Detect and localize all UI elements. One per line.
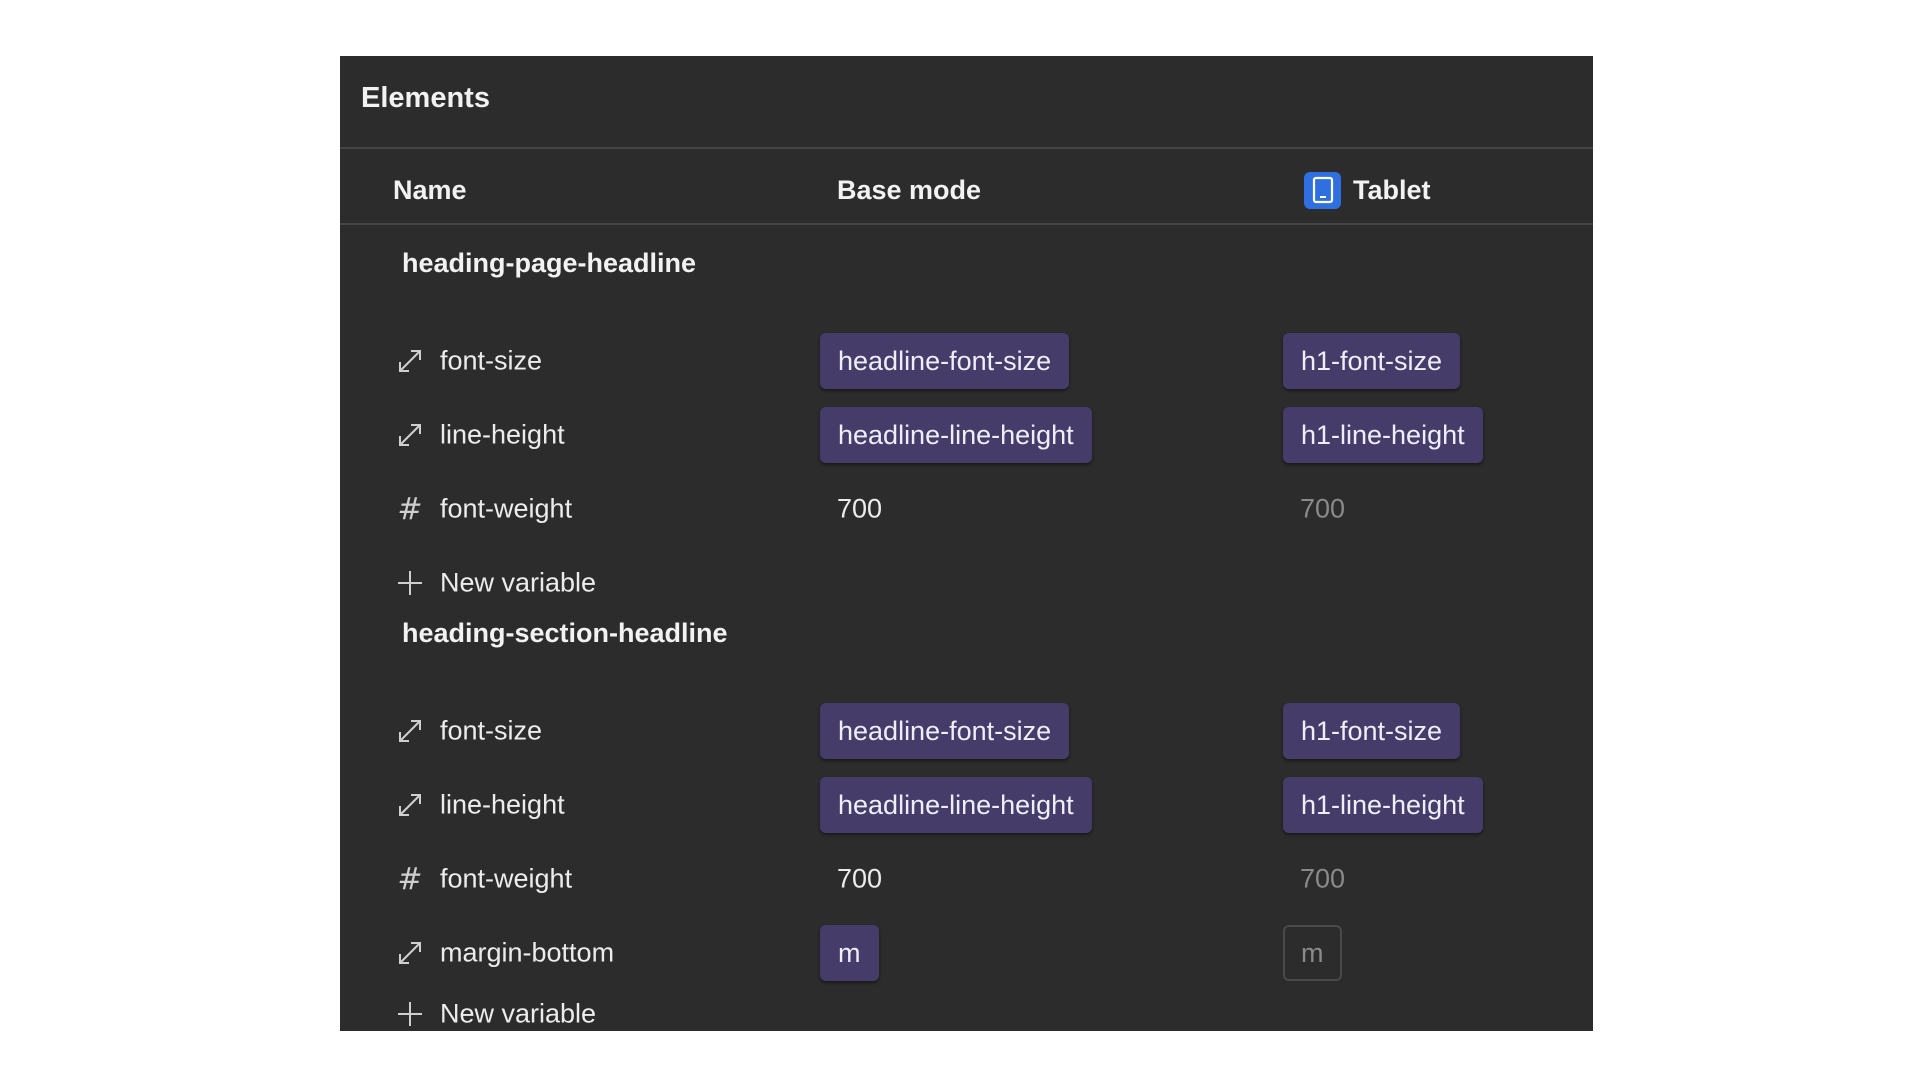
column-header-name: Name — [393, 175, 467, 205]
new-variable-label: New variable — [440, 998, 597, 1029]
new-variable-label: New variable — [440, 567, 597, 598]
hash-icon: # — [397, 861, 423, 897]
base-value[interactable]: 700 — [837, 864, 882, 895]
resize-diagonal-icon — [396, 791, 424, 819]
tablet-value[interactable]: 700 — [1300, 864, 1345, 895]
tablet-icon — [1304, 171, 1341, 209]
tablet-value-chip[interactable]: h1-line-height — [1283, 407, 1483, 463]
header-divider — [340, 147, 1593, 149]
variable-name: margin-bottom — [440, 937, 615, 968]
tablet-value-chip[interactable]: h1-line-height — [1283, 777, 1483, 833]
tablet-value-chip[interactable]: h1-font-size — [1283, 703, 1461, 759]
tablet-value[interactable]: 700 — [1300, 494, 1345, 525]
base-value-chip[interactable]: headline-line-height — [820, 407, 1092, 463]
group-title: heading-page-headline — [402, 248, 697, 278]
tablet-value-chip[interactable]: h1-font-size — [1283, 333, 1461, 389]
new-variable-button[interactable]: New variable — [340, 990, 1593, 1030]
resize-diagonal-icon — [396, 717, 424, 745]
base-value[interactable]: 700 — [837, 494, 882, 525]
variable-name: font-size — [440, 345, 543, 376]
elements-panel: Elements Name Base mode Tablet heading-p… — [340, 56, 1593, 1031]
variable-name: line-height — [440, 419, 565, 450]
variable-row[interactable]: font-size headline-font-size h1-font-siz… — [340, 694, 1593, 768]
column-divider — [340, 223, 1593, 225]
variable-name: font-weight — [440, 863, 573, 894]
resize-diagonal-icon — [396, 939, 424, 967]
hash-icon: # — [397, 491, 423, 527]
resize-diagonal-icon — [396, 421, 424, 449]
plus-icon — [396, 569, 424, 597]
new-variable-button[interactable]: New variable — [340, 546, 1593, 620]
variable-name: font-size — [440, 715, 543, 746]
tablet-inherited-chip[interactable]: m — [1283, 925, 1342, 981]
variable-row[interactable]: line-height headline-line-height h1-line… — [340, 768, 1593, 842]
variable-row[interactable]: # font-weight 700 700 — [340, 472, 1593, 546]
column-header-base-mode: Base mode — [837, 175, 982, 205]
variable-name: line-height — [440, 789, 565, 820]
variable-row[interactable]: font-size headline-font-size h1-font-siz… — [340, 324, 1593, 398]
plus-icon — [396, 1000, 424, 1028]
base-value-chip[interactable]: m — [820, 925, 879, 981]
column-header-tablet[interactable]: Tablet — [1304, 171, 1431, 209]
group-title: heading-section-headline — [402, 618, 728, 648]
variable-row[interactable]: # font-weight 700 700 — [340, 842, 1593, 916]
base-value-chip[interactable]: headline-font-size — [820, 333, 1070, 389]
base-value-chip[interactable]: headline-font-size — [820, 703, 1070, 759]
tablet-label: Tablet — [1353, 175, 1431, 205]
panel-title: Elements — [361, 82, 490, 114]
variable-row[interactable]: line-height headline-line-height h1-line… — [340, 398, 1593, 472]
variable-row[interactable]: margin-bottom m m — [340, 916, 1593, 990]
variable-name: font-weight — [440, 493, 573, 524]
base-value-chip[interactable]: headline-line-height — [820, 777, 1092, 833]
resize-diagonal-icon — [396, 347, 424, 375]
